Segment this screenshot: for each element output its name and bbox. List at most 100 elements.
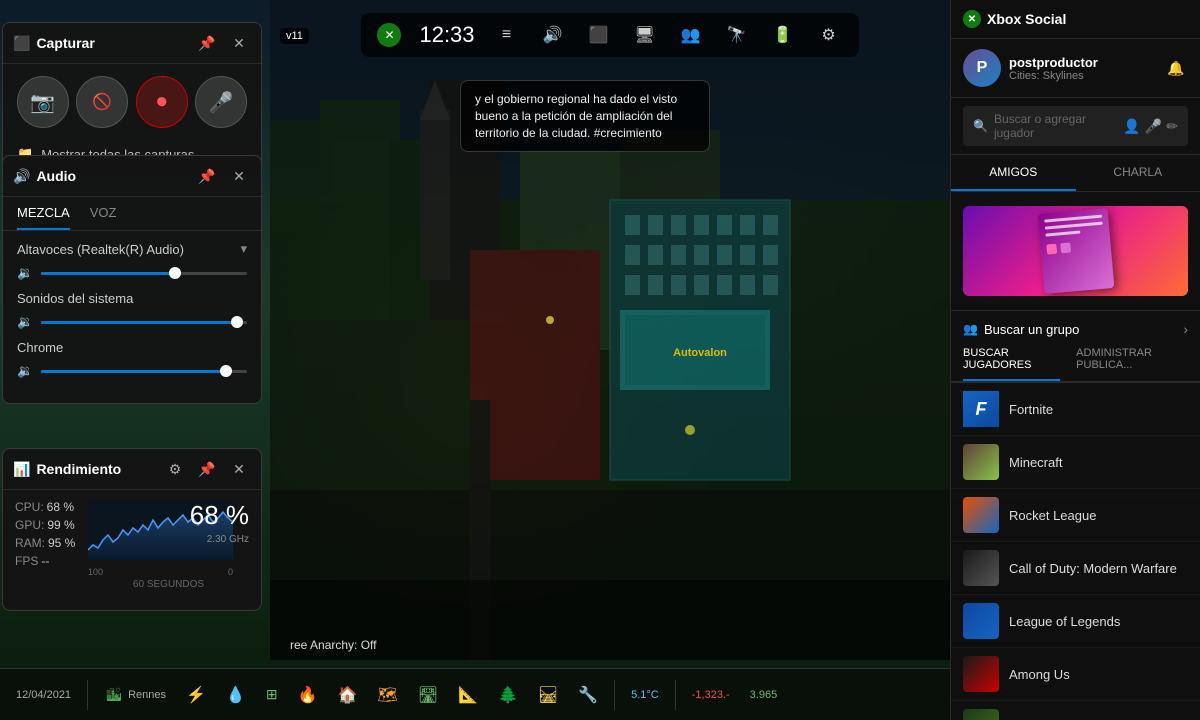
menu-icon[interactable]: ≡	[493, 21, 521, 49]
fire-icon[interactable]: 🔥	[298, 685, 318, 705]
audio-panel-controls: 📌 ✕	[195, 164, 251, 188]
gpu-stat: GPU: 99 %	[15, 518, 80, 532]
game-item-gta[interactable]: Grand Theft Auto V	[951, 701, 1200, 720]
fortnite-logo: F	[963, 391, 999, 427]
perf-pin-button[interactable]: 📌	[195, 457, 219, 481]
tab-amigos[interactable]: AMIGOS	[951, 155, 1076, 191]
lens-icon[interactable]: 🔭	[723, 21, 751, 49]
capture-panel-header: ⬛ Capturar 📌 ✕	[3, 23, 261, 64]
lightning-icon[interactable]: ⚡	[186, 685, 206, 705]
party-icon[interactable]: 👥	[677, 21, 705, 49]
fortnite-name: Fortnite	[1009, 402, 1053, 417]
game-item-minecraft[interactable]: Minecraft	[951, 436, 1200, 489]
settings-icon[interactable]: ⚙	[815, 21, 843, 49]
game-item-cod[interactable]: Call of Duty: Modern Warfare	[951, 542, 1200, 595]
capture-icon-small: ⬛	[13, 35, 30, 52]
mic-button[interactable]: 🎤	[195, 76, 247, 128]
search-row: 🔍 Buscar o agregar jugador 👤 🎤 ✏	[951, 98, 1200, 155]
cpu-freq: 2.30 GHz	[207, 534, 249, 545]
system-slider[interactable]	[41, 321, 247, 324]
city-icon: 🏙	[104, 685, 124, 705]
group-icon: 👥	[963, 322, 978, 336]
system-vol-icon: 🔉	[17, 314, 33, 330]
screen-icon[interactable]: 🖥	[631, 21, 659, 49]
clock: 12:33	[419, 22, 474, 48]
system-slider-row: 🔉	[17, 314, 247, 330]
xbox-social-panel: ✕ Xbox Social P postproductor Cities: Sk…	[950, 0, 1200, 720]
game-item-fortnite[interactable]: F Fortnite	[951, 383, 1200, 436]
tab-voz[interactable]: VOZ	[90, 205, 117, 230]
cod-name: Call of Duty: Modern Warfare	[1009, 561, 1177, 576]
road2-icon[interactable]: 🛤	[538, 685, 558, 705]
hide-hud-button[interactable]: 🚫	[76, 76, 128, 128]
map-icon[interactable]: 🗺	[377, 685, 397, 705]
wrench-icon[interactable]: 🔧	[578, 685, 598, 705]
capture-icon[interactable]: ⬛	[585, 21, 613, 49]
audio-panel-header: 🔊 Audio 📌 ✕	[3, 156, 261, 197]
screenshot-button[interactable]: 📷	[17, 76, 69, 128]
gta-thumb	[963, 709, 999, 720]
audio-close-button[interactable]: ✕	[227, 164, 251, 188]
among-name: Among Us	[1009, 667, 1070, 682]
audio-panel: 🔊 Audio 📌 ✕ MEZCLA VOZ Altavoces (Realte…	[2, 155, 262, 404]
capture-panel-title: ⬛ Capturar	[13, 35, 95, 52]
chrome-slider[interactable]	[41, 370, 247, 373]
voice-icon[interactable]: 🎤	[1145, 118, 1162, 135]
xbox-social-header: ✕ Xbox Social	[951, 0, 1200, 39]
capture-buttons-row: 📷 🚫 ⏺ 🎤	[3, 64, 261, 140]
perf-chart-area: 68 % 2.30 GHz 100 0 60 SEGUNDOS	[88, 500, 249, 590]
notification-button[interactable]: 🔔	[1164, 56, 1188, 80]
volume-icon[interactable]: 🔊	[539, 21, 567, 49]
tab-charla[interactable]: CHARLA	[1076, 155, 1200, 191]
find-group-tabs: BUSCAR JUGADORES ADMINISTRAR PUBLICA...	[951, 347, 1200, 382]
separator-2	[614, 680, 615, 710]
val1-item: -1,323.-	[684, 685, 738, 705]
economy-val2: 3.965	[750, 689, 778, 701]
city-item: 🏙 Rennes	[96, 681, 174, 709]
notebook-line-3	[1045, 231, 1080, 237]
economy-val1: -1,323.-	[692, 689, 730, 701]
close-button[interactable]: ✕	[227, 31, 251, 55]
perf-settings-button[interactable]: ⚙	[163, 457, 187, 481]
perf-panel-title: 📊 Rendimiento	[13, 461, 121, 478]
xbox-social-title: ✕ Xbox Social	[963, 10, 1066, 28]
device-chevron[interactable]: ▾	[240, 241, 247, 257]
tab-mezcla[interactable]: MEZCLA	[17, 205, 70, 230]
notebook-line-2	[1044, 222, 1102, 230]
water-icon[interactable]: 💧	[226, 685, 246, 705]
altavoces-slider[interactable]	[41, 272, 247, 275]
game-item-lol[interactable]: League of Legends	[951, 595, 1200, 648]
fps-stat: FPS --	[15, 554, 80, 568]
svg-text:Autovalon: Autovalon	[673, 347, 727, 359]
altavoces-slider-row: 🔉	[17, 265, 247, 281]
pin-button[interactable]: 📌	[195, 31, 219, 55]
time-label: 60 SEGUNDOS	[88, 579, 249, 590]
game-item-among[interactable]: Among Us	[951, 648, 1200, 701]
road-icon[interactable]: 🛣	[418, 685, 438, 705]
grid-icon[interactable]: ⊞	[266, 686, 278, 703]
audio-pin-button[interactable]: 📌	[195, 164, 219, 188]
anarchy-text: ree Anarchy: Off	[290, 638, 377, 652]
user-game: Cities: Skylines	[1009, 70, 1156, 82]
zone-icon[interactable]: 📐	[458, 685, 478, 705]
perf-close-button[interactable]: ✕	[227, 457, 251, 481]
battery-icon[interactable]: 🔋	[769, 21, 797, 49]
record-button[interactable]: ⏺	[136, 76, 188, 128]
house-icon[interactable]: 🏠	[337, 685, 357, 705]
fg-tab-search[interactable]: BUSCAR JUGADORES	[963, 347, 1060, 381]
xbox-button[interactable]: ✕	[377, 23, 401, 47]
cpu-stat: CPU: 68 %	[15, 500, 80, 514]
perf-body: CPU: 68 % GPU: 99 % RAM: 95 % FPS -- 68 …	[3, 490, 261, 600]
search-field[interactable]: 🔍 Buscar o agregar jugador 👤 🎤 ✏	[963, 106, 1188, 146]
game-list: F Fortnite Minecraft Rocket League Call …	[951, 383, 1200, 720]
find-group-chevron[interactable]: ›	[1183, 321, 1188, 337]
device-name: Altavoces (Realtek(R) Audio)	[17, 242, 184, 257]
game-item-rocket[interactable]: Rocket League	[951, 489, 1200, 542]
add-friend-icon[interactable]: 👤	[1123, 118, 1140, 135]
fg-tab-manage[interactable]: ADMINISTRAR PUBLICA...	[1076, 347, 1188, 381]
edit-icon[interactable]: ✏	[1166, 118, 1178, 135]
separator-1	[87, 680, 88, 710]
park-icon[interactable]: 🌲	[498, 685, 518, 705]
rocket-thumb	[963, 497, 999, 533]
minecraft-name: Minecraft	[1009, 455, 1062, 470]
